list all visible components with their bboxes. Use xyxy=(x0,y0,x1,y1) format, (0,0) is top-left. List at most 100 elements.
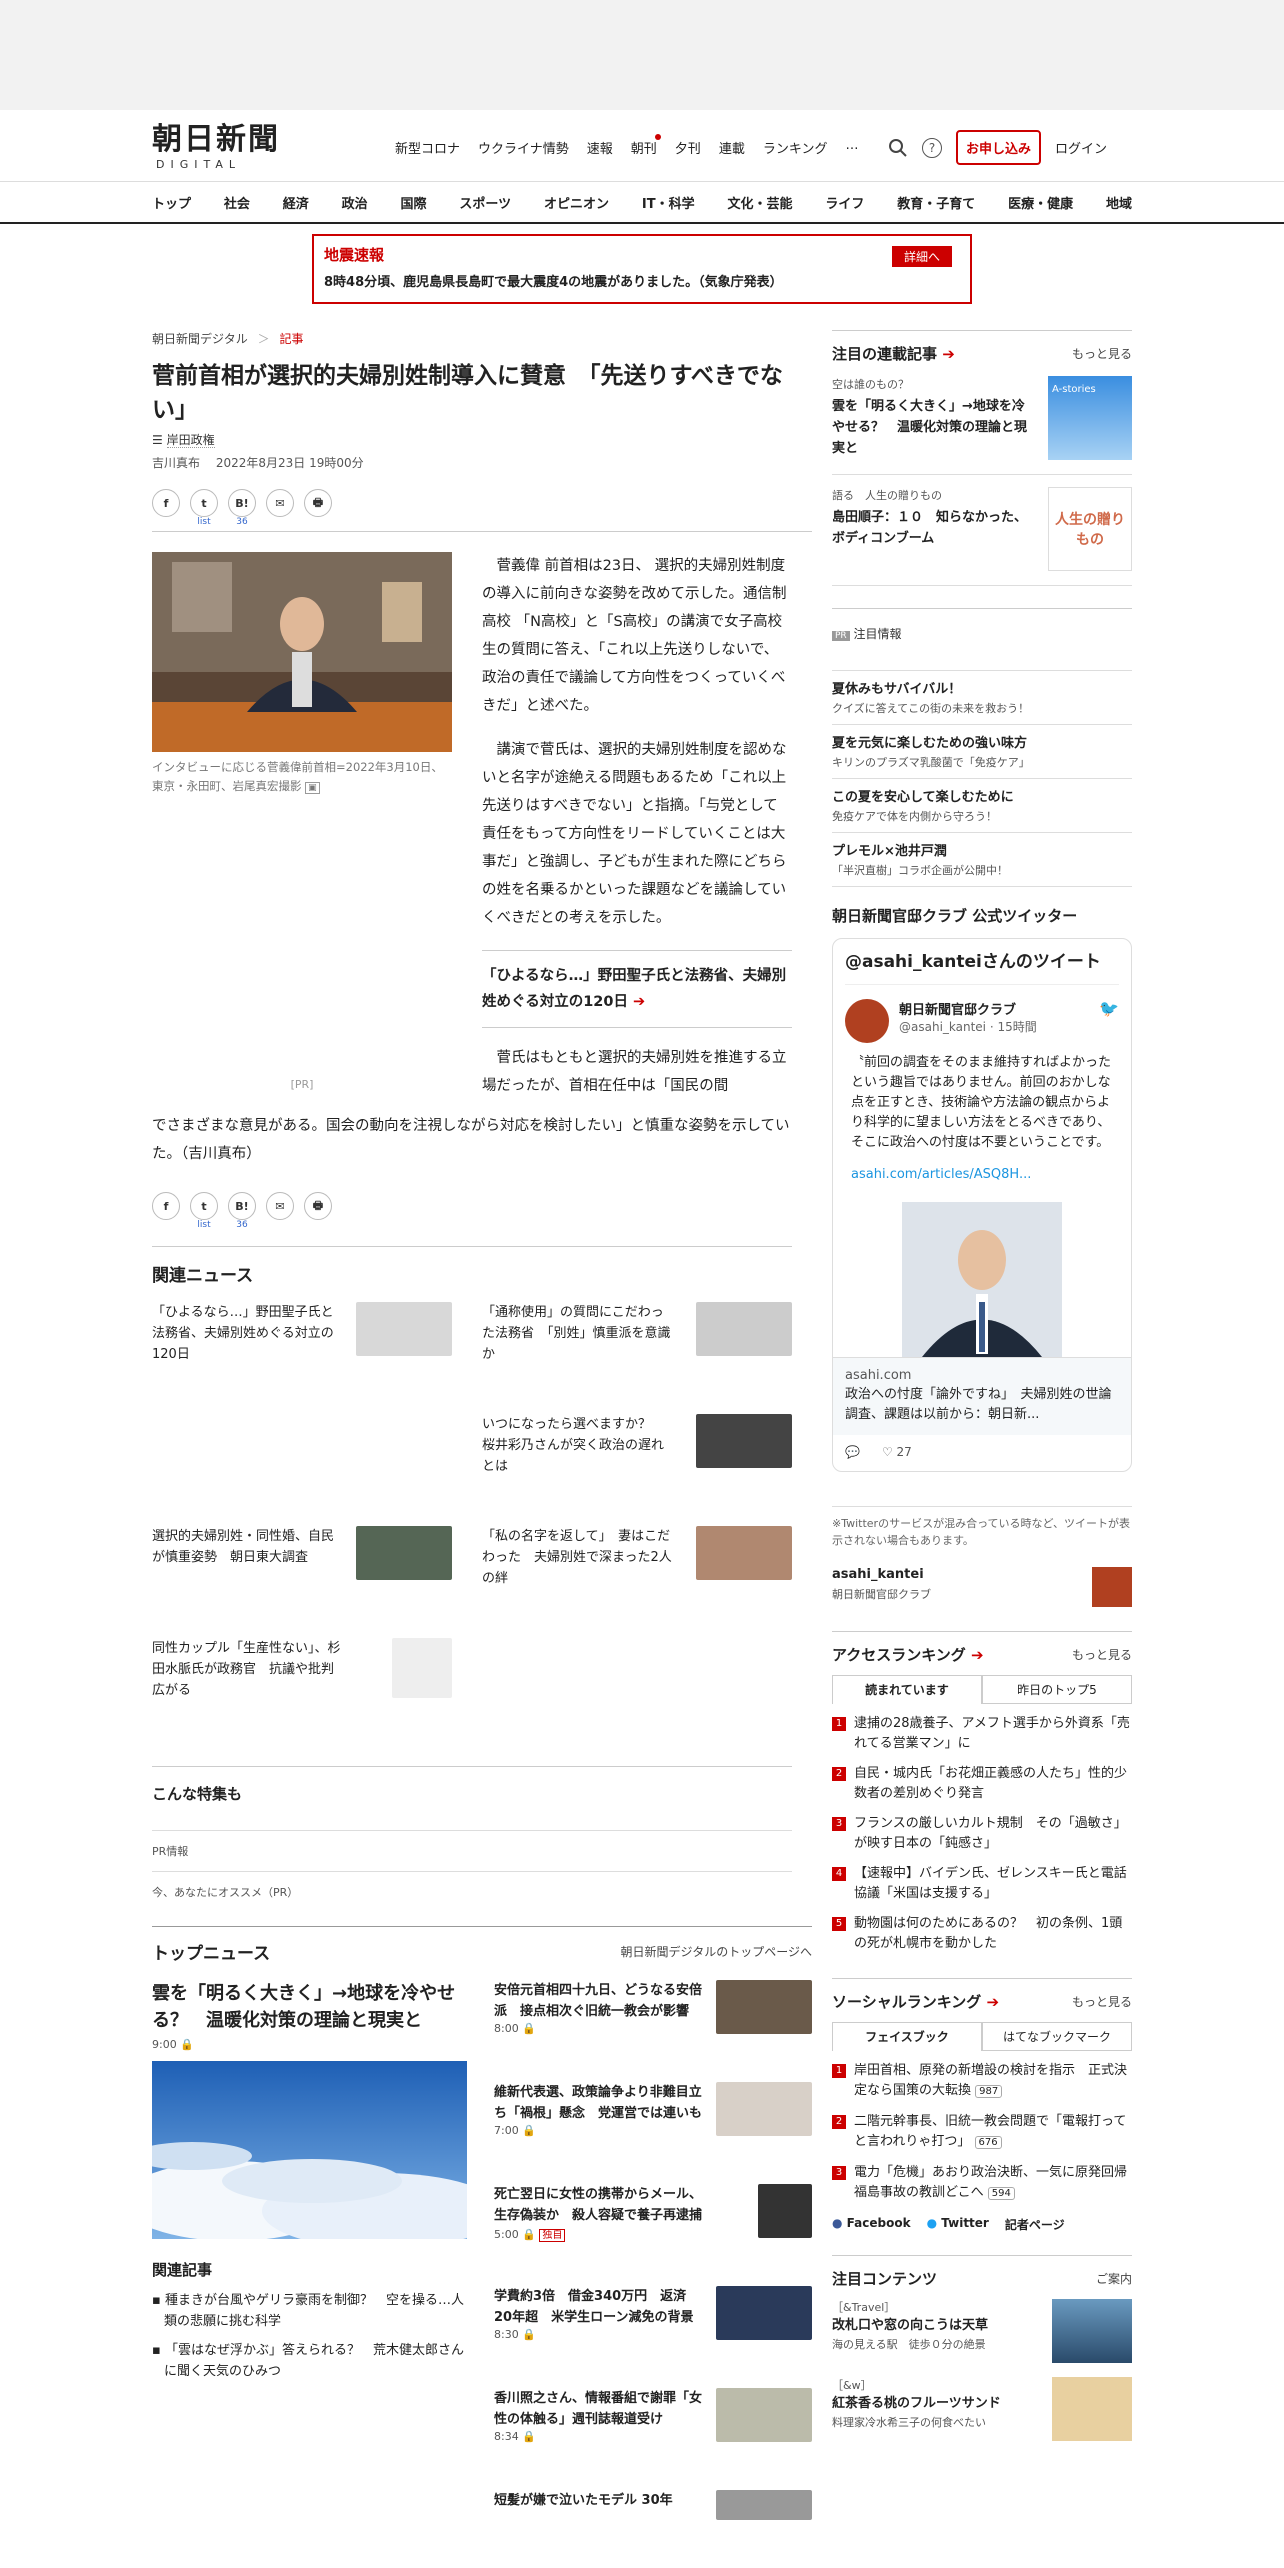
ranking-item[interactable]: 2 自民・城内氏「お花畑正義感の人たち」性的少数者の差別めぐり発言 xyxy=(832,1764,1132,1804)
content-guide-link[interactable]: ご案内 xyxy=(1096,2270,1132,2287)
twitter-list-link[interactable]: list xyxy=(190,517,218,527)
lead-photo[interactable] xyxy=(152,2061,467,2239)
serial-item[interactable]: 空は誰のもの？ 雲を「明るく大きく」→地球を冷やせる？ 温暖化対策の理論と現実と … xyxy=(832,376,1132,475)
nav-more[interactable]: … xyxy=(845,138,858,157)
article-tag[interactable]: ☰ 岸田政権 xyxy=(152,431,812,448)
cat-it-science[interactable]: IT・科学 xyxy=(642,193,695,212)
promo-item[interactable]: この夏を安心して楽しむために 免疫ケアで体を内側から守ろう！ xyxy=(832,779,1132,833)
inline-related-link[interactable]: 「ひよるなら…」野田聖子氏と法務省、夫婦別姓めぐる対立の120日 ➔ xyxy=(482,950,792,1028)
crumb-site[interactable]: 朝日新聞デジタル xyxy=(152,332,248,346)
news-item[interactable]: 短髪が嫌で泣いたモデル 30年 xyxy=(494,2490,812,2530)
news-item[interactable]: 学費約3倍 借金340万円 返済20年超 米学生ローン減免の背景 8:30 🔒 xyxy=(494,2286,812,2388)
cat-education[interactable]: 教育・子育て xyxy=(897,193,975,212)
nav-corona[interactable]: 新型コロナ xyxy=(395,138,460,157)
access-more-link[interactable]: もっと見る xyxy=(1072,1646,1132,1663)
hatena-count[interactable]: 36 xyxy=(228,517,256,527)
facebook-share-icon[interactable]: f xyxy=(152,1192,180,1220)
tab-facebook[interactable]: フェイスブック xyxy=(832,2022,982,2051)
twitter-list-link[interactable]: list xyxy=(190,1220,218,1230)
tab-hatena[interactable]: はてなブックマーク xyxy=(982,2022,1132,2051)
news-item[interactable]: 安倍元首相四十九日、どうなる安倍派 接点相次ぐ旧統一教会が影響 8:00 🔒 xyxy=(494,1980,812,2082)
content-item[interactable]: ［&w］ 紅茶香る桃のフルーツサンド 料理家冷水希三子の何食べたい xyxy=(832,2377,1132,2441)
nav-ukraine[interactable]: ウクライナ情勢 xyxy=(478,138,569,157)
top-news-more-link[interactable]: 朝日新聞デジタルのトップページへ xyxy=(620,1943,812,1960)
print-icon[interactable]: 🖶 xyxy=(304,489,332,517)
ranking-item[interactable]: 5 動物園は何のためにあるの？ 初の条例、1頭の死が札幌市を動かした xyxy=(832,1914,1132,1954)
tweet-card[interactable]: asahi.com 政治への忖度「論外ですね」 夫婦別姓の世論調査、課題は以前か… xyxy=(833,1357,1131,1435)
related-item[interactable]: いつになったら選べますか？ 桜井彩乃さんが突く政治の遅れとは xyxy=(482,1414,792,1477)
serial-item[interactable]: 語る 人生の贈りもの 島田順子：１０ 知らなかった、ボディコンブーム 人生の贈りも… xyxy=(832,487,1132,586)
promo-item[interactable]: 夏休みもサバイバル！ クイズに答えてこの街の未来を救おう！ xyxy=(832,671,1132,725)
nav-serial[interactable]: 連載 xyxy=(719,138,745,157)
article-photo[interactable] xyxy=(152,552,452,752)
like-button[interactable]: ♡ 27 xyxy=(882,1445,912,1459)
nav-breaking[interactable]: 速報 xyxy=(587,138,613,157)
hatena-share-icon[interactable]: B! xyxy=(228,489,256,517)
promo-item[interactable]: 夏を元気に楽しむための強い味方 キリンのプラズマ乳酸菌で「免疫ケア」 xyxy=(832,725,1132,779)
apply-button[interactable]: お申し込み xyxy=(956,130,1042,165)
promo-item[interactable]: プレモル×池井戸潤 「半沢直樹」コラボ企画が公開中！ xyxy=(832,833,1132,887)
mail-share-icon[interactable]: ✉ xyxy=(266,489,294,517)
twitter-link[interactable]: ● Twitter xyxy=(927,2216,989,2233)
alert-detail-button[interactable]: 詳細へ xyxy=(891,246,952,267)
tweet-author[interactable]: 朝日新聞官邸クラブ xyxy=(899,999,1037,1018)
related-item[interactable]: 「通称使用」の質問にこだわった法務省 「別姓」慎重派を意識か xyxy=(482,1302,792,1365)
cat-region[interactable]: 地域 xyxy=(1106,193,1132,212)
cat-sports[interactable]: スポーツ xyxy=(459,193,511,212)
ranking-item[interactable]: 4 【速報中】バイデン氏、ゼレンスキー氏と電話協議「米国は支援する」 xyxy=(832,1864,1132,1904)
mail-share-icon[interactable]: ✉ xyxy=(266,1192,294,1220)
ranking-item[interactable]: 1 逮捕の28歳養子、アメフト選手から外資系「売れてる営業マン」に xyxy=(832,1714,1132,1754)
cat-economy[interactable]: 経済 xyxy=(283,193,309,212)
nav-morning[interactable]: 朝刊 xyxy=(631,134,661,157)
tweet-link[interactable]: asahi.com/articles/ASQ8H... xyxy=(845,1167,1119,1182)
social-item[interactable]: 3 電力「危機」あおり政治決断、一気に原発回帰 福島事故の教訓どこへ 594 xyxy=(832,2163,1140,2204)
cat-life[interactable]: ライフ xyxy=(825,193,864,212)
crumb-section[interactable]: 記事 xyxy=(279,332,303,346)
ranking-item[interactable]: 3 フランスの厳しいカルト規制 その「過敏さ」が映す日本の「鈍感さ」 xyxy=(832,1814,1132,1854)
news-item[interactable]: 香川照之さん、情報番組で謝罪「女性の体触る」週刊誌報道受け 8:34 🔒 xyxy=(494,2388,812,2490)
tab-yesterday-top5[interactable]: 昨日のトップ5 xyxy=(982,1675,1132,1704)
enlarge-icon[interactable]: ▣ xyxy=(305,782,320,794)
cat-politics[interactable]: 政治 xyxy=(342,193,368,212)
social-item[interactable]: 1 岸田首相、原発の新増設の検討を指示 正式決定なら国策の大転換 987 xyxy=(832,2061,1132,2102)
content-item[interactable]: ［&Travel］ 改札口や窓の向こうは天草 海の見える駅 徒歩０分の絶景 xyxy=(832,2299,1132,2363)
print-icon[interactable]: 🖶 xyxy=(304,1192,332,1220)
cat-top[interactable]: トップ xyxy=(152,193,191,212)
twitter-account[interactable]: asahi_kantei 朝日新聞官邸クラブ xyxy=(832,1567,1132,1607)
news-item[interactable]: 死亡翌日に女性の携帯からメール、生存偽装か 殺人容疑で養子再逮捕 5:00 🔒 独… xyxy=(494,2184,812,2286)
nav-evening[interactable]: 夕刊 xyxy=(675,138,701,157)
related-item[interactable]: 「ひよるなら…」野田聖子氏と法務省、夫婦別姓めぐる対立の120日 xyxy=(152,1302,452,1365)
cat-society[interactable]: 社会 xyxy=(224,193,250,212)
lead-title[interactable]: 雲を「明るく大きく」→地球を冷やせる？ 温暖化対策の理論と現実と xyxy=(152,1980,467,2034)
login-link[interactable]: ログイン xyxy=(1055,138,1107,157)
tweet-handle[interactable]: @asahi_kantei · 15時間 xyxy=(899,1018,1037,1035)
hatena-count[interactable]: 36 xyxy=(228,1220,256,1230)
tweet-box-title[interactable]: @asahi_kanteiさんのツイート xyxy=(845,951,1119,985)
search-icon[interactable] xyxy=(888,138,908,158)
serial-more-link[interactable]: もっと見る xyxy=(1072,345,1132,362)
facebook-share-icon[interactable]: f xyxy=(152,489,180,517)
cat-international[interactable]: 国際 xyxy=(401,193,427,212)
cat-culture[interactable]: 文化・芸能 xyxy=(727,193,792,212)
twitter-bird-icon[interactable]: 🐦 xyxy=(1099,999,1119,1018)
twitter-share-icon[interactable]: t xyxy=(190,489,218,517)
site-logo[interactable]: 朝日新聞 DIGITAL xyxy=(152,124,282,172)
social-item[interactable]: 2 二階元幹事長、旧統一教会問題で「電報打ってと言われりゃ打つ」 676 xyxy=(832,2112,1132,2153)
nav-ranking[interactable]: ランキング xyxy=(763,138,828,157)
reporter-page-link[interactable]: 記者ページ xyxy=(1005,2216,1065,2233)
lead-related-item[interactable]: ▪ 「雲はなぜ浮かぶ」答えられる？ 荒木健太郎さんに聞く天気のひみつ xyxy=(152,2340,467,2382)
tweet-image[interactable] xyxy=(902,1202,1062,1357)
related-item[interactable]: 同性カップル「生産性ない」、杉田水脈氏が政務官 抗議や批判広がる xyxy=(152,1638,452,1701)
tag-label[interactable]: 岸田政権 xyxy=(166,433,215,448)
hatena-share-icon[interactable]: B! xyxy=(228,1192,256,1220)
related-item[interactable]: 選択的夫婦別姓・同性婚、自民が慎重姿勢 朝日東大調査 xyxy=(152,1526,452,1580)
reply-icon[interactable]: 💬 xyxy=(845,1445,860,1459)
related-item[interactable]: 「私の名字を返して」 妻はこだわった 夫婦別姓で深まった2人の絆 xyxy=(482,1526,792,1589)
cat-opinion[interactable]: オピニオン xyxy=(544,193,609,212)
facebook-link[interactable]: ● Facebook xyxy=(832,2216,911,2233)
help-icon[interactable]: ? xyxy=(922,137,942,158)
lead-story[interactable]: 雲を「明るく大きく」→地球を冷やせる？ 温暖化対策の理論と現実と 9:00 🔒 … xyxy=(152,1980,467,2382)
cat-health[interactable]: 医療・健康 xyxy=(1008,193,1073,212)
tab-most-read[interactable]: 読まれています xyxy=(832,1675,982,1704)
news-item[interactable]: 維新代表選、政策論争より非難目立ち「禍根」懸念 党運営では連いも 7:00 🔒 xyxy=(494,2082,812,2184)
